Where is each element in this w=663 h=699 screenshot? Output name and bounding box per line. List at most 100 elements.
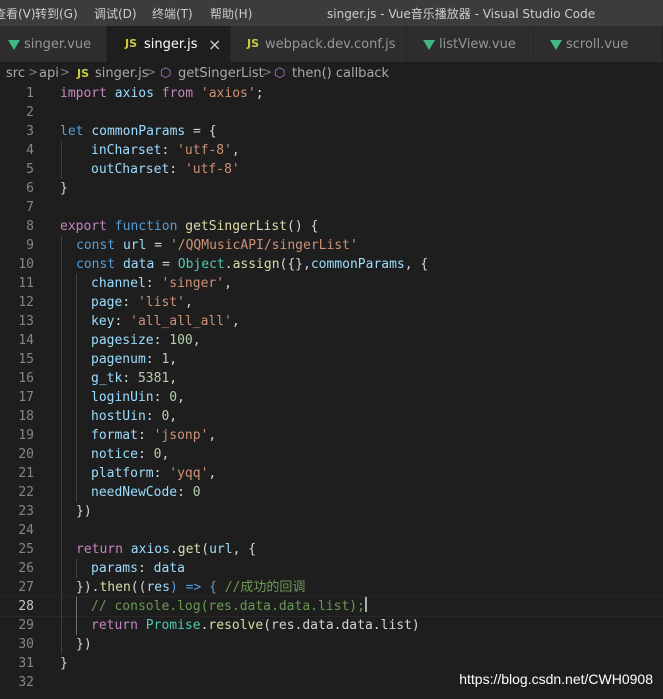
menu-goto[interactable]: 转到(G) xyxy=(35,5,78,22)
code-line: 23 }) xyxy=(0,502,663,521)
code-line: 4 inCharset: 'utf-8', xyxy=(0,141,663,160)
code-line: 5 outCharset: 'utf-8' xyxy=(0,160,663,179)
line-number: 28 xyxy=(18,599,34,614)
line-number: 16 xyxy=(18,371,34,386)
line-number: 29 xyxy=(18,618,34,633)
code-text: }).then((res) => { //成功的回调 xyxy=(76,580,306,595)
code-line: 21 platform: 'yqq', xyxy=(0,464,663,483)
tab-label: singer.vue xyxy=(24,37,92,52)
line-number: 26 xyxy=(18,561,34,576)
watermark: https://blog.csdn.net/CWH0908 xyxy=(459,671,653,687)
code-line: 9 const url = '/QQMusicAPI/singerList' xyxy=(0,236,663,255)
code-text: }) xyxy=(76,637,92,652)
window-title: singer.js - Vue音乐播放器 - Visual Studio Cod… xyxy=(327,7,596,21)
indent-guide xyxy=(61,369,62,388)
line-number: 22 xyxy=(18,485,34,500)
line-number: 17 xyxy=(18,390,34,405)
js-icon: JS xyxy=(77,67,90,80)
breadcrumb-api[interactable]: api xyxy=(39,66,59,81)
chevron-right-icon: > xyxy=(28,65,39,79)
indent-guide xyxy=(61,255,62,274)
code-text: const data = Object.assign({},commonPara… xyxy=(76,257,429,272)
code-text: notice: 0, xyxy=(91,447,170,462)
code-line: 16 g_tk: 5381, xyxy=(0,369,663,388)
code-line: 26 params: data xyxy=(0,559,663,578)
code-text: } xyxy=(60,181,68,196)
indent-guide xyxy=(61,578,62,597)
indent-guide xyxy=(61,540,62,559)
breadcrumb-file[interactable]: singer.js xyxy=(95,66,149,81)
breadcrumb-function[interactable]: getSingerList xyxy=(178,66,264,81)
menu-view[interactable]: 查看(V) xyxy=(0,5,36,22)
line-number: 9 xyxy=(26,238,34,253)
line-number: 2 xyxy=(26,105,34,120)
indent-guide-active xyxy=(76,616,77,635)
code-line: 13 key: 'all_all_all', xyxy=(0,312,663,331)
indent-guide xyxy=(61,559,62,578)
indent-guide xyxy=(61,445,62,464)
indent-guide xyxy=(61,160,62,179)
vue-icon xyxy=(550,40,562,50)
indent-guide xyxy=(76,483,77,502)
line-number: 11 xyxy=(18,276,34,291)
line-number: 30 xyxy=(18,637,34,652)
tab-webpack-dev-conf[interactable]: JS webpack.dev.conf.js xyxy=(231,26,407,62)
code-text: format: 'jsonp', xyxy=(91,428,217,443)
line-number: 7 xyxy=(26,200,34,215)
tab-bar: singer.vue JS singer.js × JS webpack.dev… xyxy=(0,26,663,62)
cube-icon: ⬡ xyxy=(274,66,286,81)
tab-scroll-vue[interactable]: scroll.vue xyxy=(534,26,663,62)
vue-icon xyxy=(8,40,20,50)
code-line: 12 page: 'list', xyxy=(0,293,663,312)
indent-guide xyxy=(61,483,62,502)
code-line: 10 const data = Object.assign({},commonP… xyxy=(0,255,663,274)
indent-guide xyxy=(76,293,77,312)
line-number: 20 xyxy=(18,447,34,462)
line-number: 15 xyxy=(18,352,34,367)
line-number: 18 xyxy=(18,409,34,424)
code-editor[interactable]: 1 import axios from 'axios'; 2 3 let com… xyxy=(0,84,663,699)
code-text: // console.log(res.data.data.list); xyxy=(91,597,367,614)
line-number: 13 xyxy=(18,314,34,329)
code-text: let commonParams = { xyxy=(60,124,217,139)
code-text: hostUin: 0, xyxy=(91,409,178,424)
code-text: inCharset: 'utf-8', xyxy=(91,143,240,158)
breadcrumb-callback[interactable]: then() callback xyxy=(292,66,389,81)
code-text: params: data xyxy=(91,561,185,576)
tab-label: singer.js xyxy=(144,37,198,52)
breadcrumb: src > api > JS singer.js > ⬡ getSingerLi… xyxy=(0,62,663,84)
breadcrumb-src[interactable]: src xyxy=(6,66,25,81)
line-number: 8 xyxy=(26,219,34,234)
menu-terminal[interactable]: 终端(T) xyxy=(152,5,193,22)
indent-guide xyxy=(61,141,62,160)
code-text: return axios.get(url, { xyxy=(76,542,257,557)
indent-guide xyxy=(76,445,77,464)
code-text: channel: 'singer', xyxy=(91,276,232,291)
line-number: 21 xyxy=(18,466,34,481)
indent-guide xyxy=(76,559,77,578)
indent-guide xyxy=(76,464,77,483)
code-line-current: 28 // console.log(res.data.data.list); xyxy=(0,596,663,617)
tab-singer-vue[interactable]: singer.vue xyxy=(0,26,107,62)
code-line: 2 xyxy=(0,103,663,122)
tab-listview-vue[interactable]: listView.vue xyxy=(407,26,534,62)
code-line: 1 import axios from 'axios'; xyxy=(0,84,663,103)
tab-singer-js[interactable]: JS singer.js × xyxy=(107,26,231,62)
code-line: 25 return axios.get(url, { xyxy=(0,540,663,559)
line-number: 14 xyxy=(18,333,34,348)
code-text: loginUin: 0, xyxy=(91,390,185,405)
code-line: 6 } xyxy=(0,179,663,198)
code-line: 29 return Promise.resolve(res.data.data.… xyxy=(0,616,663,635)
line-number: 5 xyxy=(26,162,34,177)
chevron-right-icon: > xyxy=(60,65,71,79)
indent-guide xyxy=(76,331,77,350)
menu-help[interactable]: 帮助(H) xyxy=(210,5,252,22)
indent-guide xyxy=(76,388,77,407)
menu-debug[interactable]: 调试(D) xyxy=(94,5,137,22)
close-icon[interactable]: × xyxy=(208,35,221,54)
code-text: const url = '/QQMusicAPI/singerList' xyxy=(76,238,358,253)
code-text: export function getSingerList() { xyxy=(60,219,319,234)
code-text: pagenum: 1, xyxy=(91,352,178,367)
code-line: 7 xyxy=(0,198,663,217)
tab-label: scroll.vue xyxy=(566,37,629,52)
